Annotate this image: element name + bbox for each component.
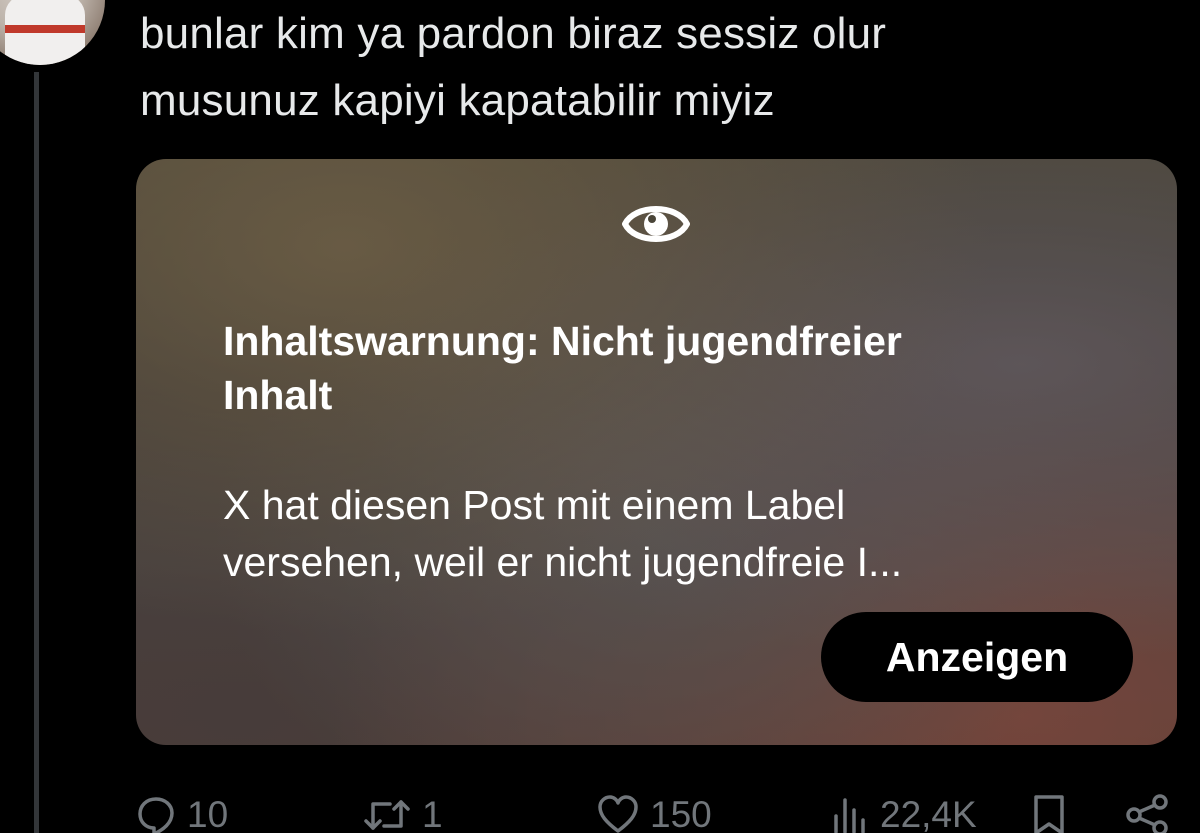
share-icon	[1126, 794, 1168, 833]
reply-button[interactable]: 10	[135, 790, 228, 833]
show-content-button[interactable]: Anzeigen	[821, 612, 1133, 702]
repost-count: 1	[422, 794, 443, 833]
like-count: 150	[650, 794, 712, 833]
warning-title-line: Inhaltswarnung: Nicht jugendfreier	[223, 318, 902, 364]
like-button[interactable]: 150	[596, 790, 712, 833]
avatar[interactable]	[0, 0, 105, 65]
sensitive-media-card[interactable]: Inhaltswarnung: Nicht jugendfreier Inhal…	[136, 159, 1177, 745]
thread-line	[34, 72, 39, 833]
repost-icon	[364, 800, 410, 830]
share-button[interactable]	[1124, 790, 1172, 833]
reply-count: 10	[187, 794, 229, 833]
post-text: bunlar kim ya pardon biraz sessiz olur m…	[140, 0, 1140, 134]
reply-icon	[138, 797, 174, 833]
warning-title-line: Inhalt	[223, 372, 333, 418]
bookmark-icon	[1034, 795, 1064, 833]
heart-icon	[598, 795, 638, 833]
tweet-page: bunlar kim ya pardon biraz sessiz olur m…	[0, 0, 1200, 833]
views-icon	[834, 798, 865, 833]
action-bar: 10 1 150 22,4K	[0, 780, 1200, 833]
warning-desc-line: versehen, weil er nicht jugendfreie I...	[223, 539, 903, 585]
content-warning-description: X hat diesen Post mit einem Label verseh…	[223, 477, 1123, 591]
views-button[interactable]: 22,4K	[830, 790, 977, 833]
eye-icon	[622, 206, 690, 242]
repost-button[interactable]: 1	[362, 790, 443, 833]
views-count: 22,4K	[880, 794, 977, 833]
post-text-line: bunlar kim ya pardon biraz sessiz olur	[140, 9, 887, 58]
post-text-line: musunuz kapiyi kapatabilir miyiz	[140, 76, 775, 125]
bookmark-button[interactable]	[1030, 790, 1068, 833]
content-warning-title: Inhaltswarnung: Nicht jugendfreier Inhal…	[223, 314, 1123, 422]
warning-desc-line: X hat diesen Post mit einem Label	[223, 482, 846, 528]
